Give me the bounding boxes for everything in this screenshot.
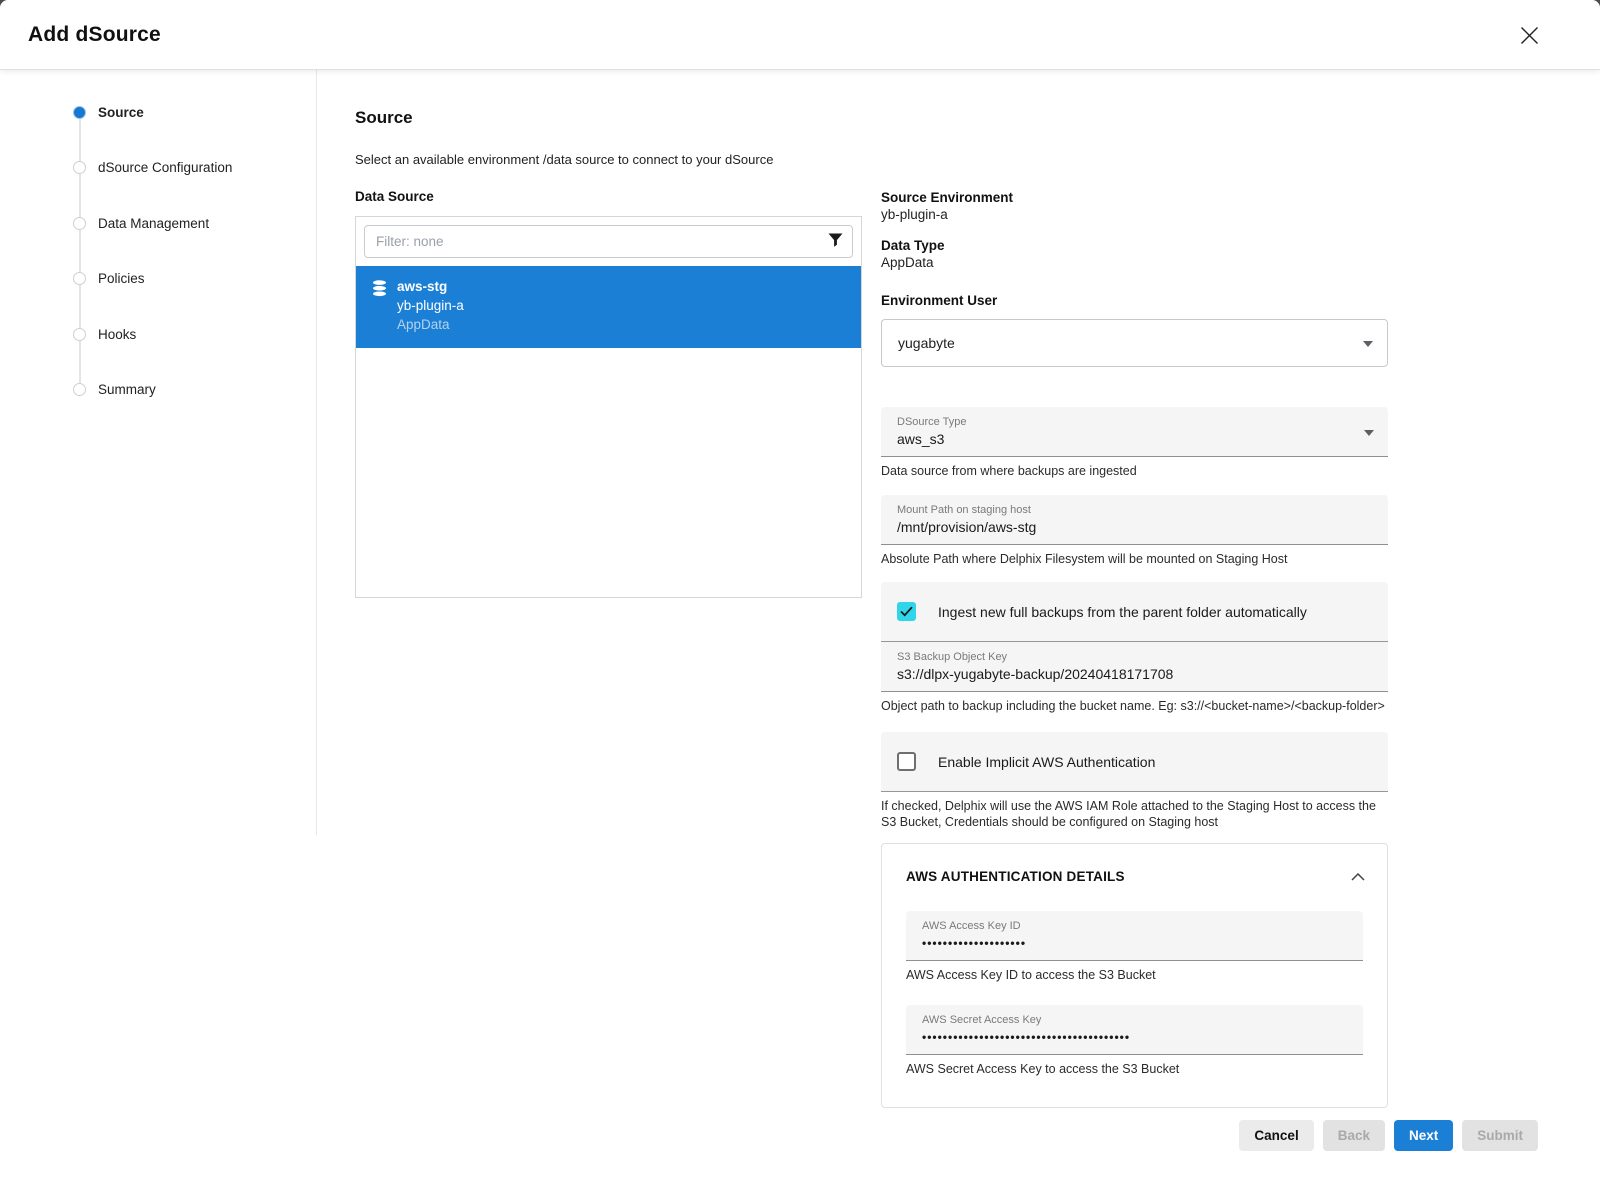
data-type-group: Data Type AppData [881,237,1388,271]
implicit-auth-helper: If checked, Delphix will use the AWS IAM… [881,798,1388,830]
step-hooks[interactable]: Hooks [0,327,316,382]
data-source-name: aws-stg [397,278,464,296]
source-environment-value: yb-plugin-a [881,206,1388,223]
page-title: Source [355,108,1600,128]
aws-secret-key-helper: AWS Secret Access Key to access the S3 B… [906,1061,1363,1077]
back-button[interactable]: Back [1323,1120,1385,1151]
step-summary[interactable]: Summary [0,382,316,437]
environment-user-label: Environment User [881,292,1388,309]
step-label: Data Management [98,216,209,231]
dialog-title: Add dSource [28,23,161,47]
dialog-header: Add dSource [0,0,1600,70]
step-circle-icon [73,272,86,285]
submit-button[interactable]: Submit [1462,1120,1538,1151]
step-source[interactable]: Source [0,105,316,160]
mount-path-value: /mnt/provision/aws-stg [897,518,1372,537]
data-type-label: Data Type [881,237,1388,254]
s3-backup-key-value: s3://dlpx-yugabyte-backup/20240418171708 [897,665,1372,684]
cancel-button[interactable]: Cancel [1239,1120,1313,1151]
ingest-backups-checkbox[interactable] [897,602,916,621]
chevron-down-icon [1363,341,1373,347]
source-environment-group: Source Environment yb-plugin-a [881,189,1388,223]
step-label: Source [98,105,144,120]
close-icon[interactable] [1516,22,1542,48]
aws-access-key-value: •••••••••••••••••••• [922,934,1347,953]
environment-user-value: yugabyte [898,335,955,351]
step-policies[interactable]: Policies [0,271,316,326]
database-icon [372,278,387,334]
dsource-type-label: DSource Type [897,415,1372,429]
dsource-type-value: aws_s3 [897,430,1372,449]
data-source-environment: yb-plugin-a [397,296,464,315]
dsource-type-helper: Data source from where backups are inges… [881,463,1388,479]
implicit-auth-checkbox[interactable] [897,752,916,771]
step-label: Summary [98,382,156,397]
wizard-stepper: Source dSource Configuration Data Manage… [0,70,317,835]
step-circle-active-icon [73,106,86,119]
s3-backup-key-label: S3 Backup Object Key [897,650,1372,664]
aws-authentication-title: AWS AUTHENTICATION DETAILS [906,869,1363,884]
step-label: Policies [98,271,145,286]
step-data-management[interactable]: Data Management [0,216,316,271]
page-subtitle: Select an available environment /data so… [355,152,1600,167]
step-circle-icon [73,328,86,341]
data-source-row-selected[interactable]: aws-stg yb-plugin-a AppData [356,266,861,348]
step-label: dSource Configuration [98,160,232,175]
implicit-auth-label: Enable Implicit AWS Authentication [938,754,1155,770]
data-source-type: AppData [397,315,464,334]
aws-secret-key-label: AWS Secret Access Key [922,1013,1347,1027]
environment-user-select[interactable]: yugabyte [881,319,1388,367]
ingest-backups-label: Ingest new full backups from the parent … [938,604,1307,620]
dialog-footer: Cancel Back Next Submit [1239,1120,1538,1151]
aws-authentication-card: AWS AUTHENTICATION DETAILS AWS Access Ke… [881,843,1388,1108]
data-source-label: Data Source [355,189,862,204]
aws-secret-key-field[interactable]: AWS Secret Access Key ••••••••••••••••••… [906,1005,1363,1055]
aws-access-key-field[interactable]: AWS Access Key ID •••••••••••••••••••• [906,911,1363,961]
next-button[interactable]: Next [1394,1120,1453,1151]
s3-backup-key-helper: Object path to backup including the buck… [881,698,1388,714]
source-environment-label: Source Environment [881,189,1388,206]
add-dsource-dialog: Add dSource Source dSource Configuration [0,0,1600,1195]
chevron-down-icon [1364,430,1374,436]
aws-secret-key-value: •••••••••••••••••••••••••••••••••••••••• [922,1028,1347,1047]
aws-access-key-helper: AWS Access Key ID to access the S3 Bucke… [906,967,1363,983]
data-source-panel: aws-stg yb-plugin-a AppData [355,216,862,598]
step-circle-icon [73,383,86,396]
filter-funnel-icon[interactable] [828,233,843,253]
step-dsource-configuration[interactable]: dSource Configuration [0,160,316,215]
step-circle-icon [73,161,86,174]
step-circle-icon [73,217,86,230]
chevron-up-icon[interactable] [1349,868,1367,886]
data-type-value: AppData [881,254,1388,271]
dsource-type-select[interactable]: DSource Type aws_s3 [881,407,1388,457]
ingest-backups-row: Ingest new full backups from the parent … [881,582,1388,642]
mount-path-label: Mount Path on staging host [897,503,1372,517]
filter-input[interactable] [364,225,853,258]
step-label: Hooks [98,327,136,342]
mount-path-helper: Absolute Path where Delphix Filesystem w… [881,551,1388,567]
implicit-auth-row: Enable Implicit AWS Authentication [881,732,1388,792]
aws-access-key-label: AWS Access Key ID [922,919,1347,933]
s3-backup-key-field[interactable]: S3 Backup Object Key s3://dlpx-yugabyte-… [881,642,1388,692]
mount-path-field[interactable]: Mount Path on staging host /mnt/provisio… [881,495,1388,545]
